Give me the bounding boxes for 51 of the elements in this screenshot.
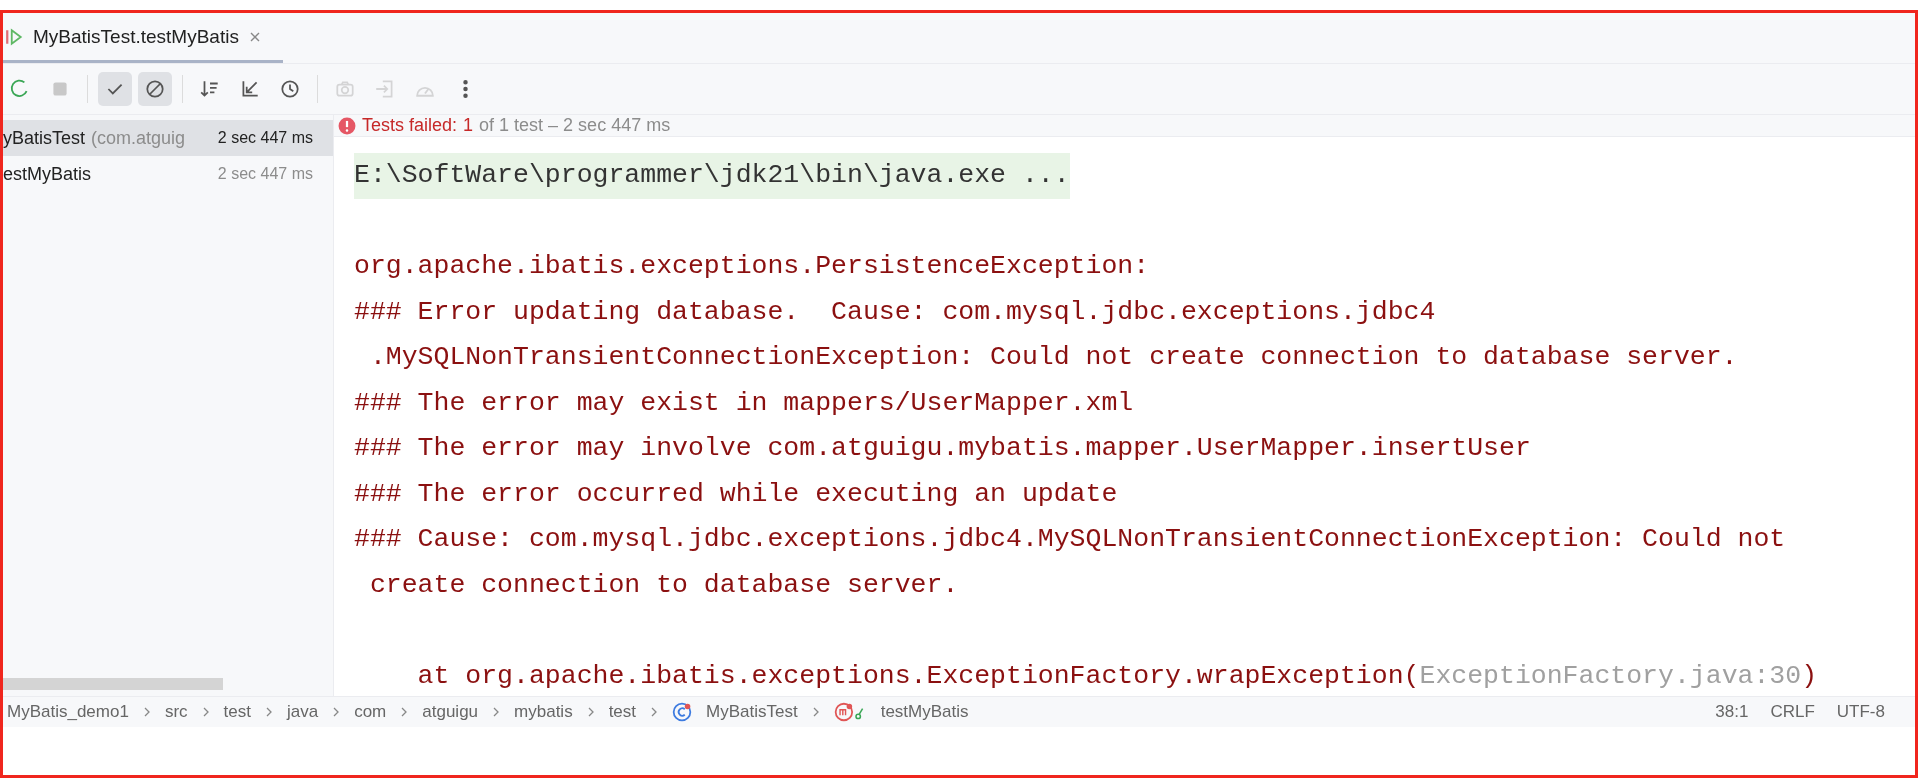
error-line: ### The error occurred while executing an update (354, 478, 1118, 509)
chevron-icon (586, 706, 595, 718)
test-name: estMyBatis (3, 163, 92, 185)
breadcrumb[interactable]: testMyBatis (880, 702, 969, 722)
chevron-icon (492, 706, 501, 718)
error-line: ### The error may exist in mappers/UserMapper.xml (354, 387, 1134, 418)
error-line: ### Error updating database. Cause: com.mysql.jdbc.exceptions.jdbc4 (354, 296, 1436, 327)
tree-item[interactable]: yBatisTest (com.atguig 2 sec 447 ms (3, 120, 333, 156)
clock-icon (279, 78, 301, 100)
test-name: yBatisTest (3, 127, 86, 149)
chevron-icon (332, 706, 341, 718)
breadcrumb[interactable]: test (223, 702, 251, 722)
chevron-icon (142, 706, 151, 718)
breadcrumb[interactable]: src (164, 702, 188, 722)
run-icon (5, 27, 23, 46)
stack-trace-line: at org.apache.ibatis.exceptions.ExceptionFactory.wrapException(ExceptionFactory.java:30) (416, 660, 1818, 691)
breadcrumb[interactable]: MyBatis_demo1 (7, 702, 129, 722)
breadcrumb[interactable]: atguigu (422, 702, 479, 722)
status-item[interactable]: 38:1 (1715, 702, 1749, 722)
sort-icon (199, 78, 221, 100)
status-item[interactable]: UTF-8 (1836, 702, 1885, 722)
chevron-icon (400, 706, 409, 718)
prohibited-icon (144, 78, 166, 100)
test-time: 2 sec 447 ms (217, 165, 314, 183)
status-item[interactable]: CRLF (1770, 702, 1815, 722)
chevron-icon (650, 706, 659, 718)
breadcrumb[interactable]: MyBatisTest (706, 702, 798, 722)
class-icon (672, 702, 693, 722)
breadcrumb[interactable]: java (286, 702, 319, 722)
chevron-icon (811, 706, 820, 718)
chevron-icon (264, 706, 273, 718)
chevron-icon (201, 706, 210, 718)
error-line: .MySQLNonTransientConnectionException: Could not create connection to database server. (368, 342, 1738, 372)
check-button[interactable] (98, 72, 132, 106)
summary-text: of 1 test – 2 sec 447 ms (479, 115, 671, 136)
ban-button[interactable] (138, 72, 172, 106)
error-line: org.apache.ibatis.exceptions.PersistenceException: (354, 251, 1150, 281)
error-line: create connection to database server. (368, 569, 959, 600)
failed-count: 1 (463, 115, 474, 136)
close-icon[interactable] (248, 30, 261, 43)
package-name: (com.atguig (91, 127, 187, 149)
error-line: ### The error may involve com.atguigu.mybatis.mapper.UserMapper.insertUser (354, 433, 1531, 463)
failed-label: Tests failed: (362, 115, 458, 136)
tree-item[interactable]: estMyBatis 2 sec 447 ms (3, 156, 333, 192)
breadcrumb[interactable]: mybatis (514, 702, 573, 722)
test-time: 2 sec 447 ms (216, 129, 314, 147)
more-icon (462, 80, 468, 98)
breadcrumb[interactable]: test (608, 702, 637, 722)
scrollbar[interactable] (3, 678, 223, 690)
error-line: ### Cause: com.mysql.jdbc.exceptions.jdbc4.MySQLNonTransientConnectionException: Could not (354, 524, 1786, 554)
breadcrumb[interactable]: com (354, 702, 387, 722)
